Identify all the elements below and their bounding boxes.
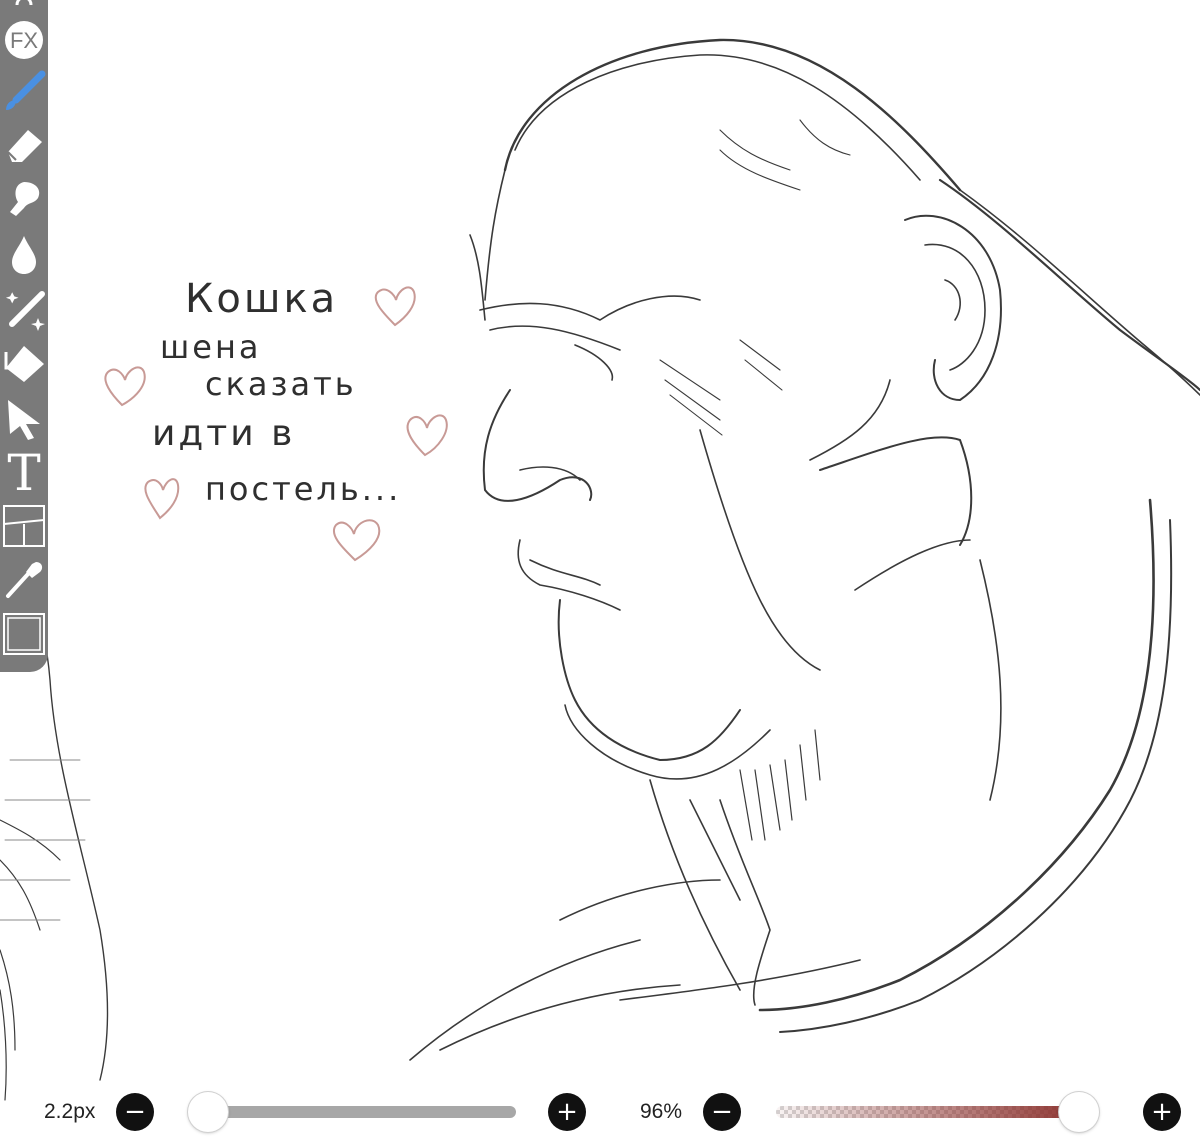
note-line-3: сказать: [205, 365, 357, 403]
note-line-2: шена: [160, 328, 262, 366]
text-tool-label: T: [7, 446, 40, 494]
magic-wand-icon[interactable]: [0, 288, 48, 332]
opacity-decrease-button[interactable]: −: [703, 1093, 741, 1131]
note-line-4: идти в: [152, 413, 295, 454]
fx-button[interactable]: FX: [0, 18, 48, 62]
sketch-figure: [0, 38, 1200, 1101]
eyedropper-icon[interactable]: [0, 558, 48, 602]
brush-size-increase-button[interactable]: +: [548, 1093, 586, 1131]
panel-icon[interactable]: [0, 504, 48, 548]
opacity-slider[interactable]: [776, 1106, 1092, 1118]
brush-icon[interactable]: [0, 70, 48, 114]
text-icon[interactable]: T: [0, 446, 48, 494]
fx-label: FX: [10, 28, 38, 53]
note-line-1: Кошка: [185, 276, 338, 322]
transform-icon[interactable]: [0, 342, 48, 386]
drawing-canvas[interactable]: Кошка шена сказать идти в постель...: [0, 0, 1200, 1138]
fill-icon[interactable]: [0, 232, 48, 276]
select-arrow-icon[interactable]: [0, 396, 48, 440]
tool-sidebar: FX T: [0, 0, 48, 672]
brush-size-slider[interactable]: [190, 1106, 516, 1118]
brush-size-slider-knob[interactable]: [188, 1092, 228, 1132]
brush-size-value: 2.2px: [44, 1100, 96, 1123]
brush-size-decrease-button[interactable]: −: [116, 1093, 154, 1131]
smudge-icon[interactable]: [0, 176, 48, 220]
canvas-frame-icon[interactable]: [0, 612, 48, 656]
note-line-5: постель...: [205, 470, 401, 508]
eraser-icon[interactable]: [0, 122, 48, 166]
opacity-increase-button[interactable]: +: [1143, 1093, 1181, 1131]
handwritten-note: Кошка шена сказать идти в постель...: [152, 276, 401, 508]
opacity-value: 96%: [640, 1100, 683, 1123]
